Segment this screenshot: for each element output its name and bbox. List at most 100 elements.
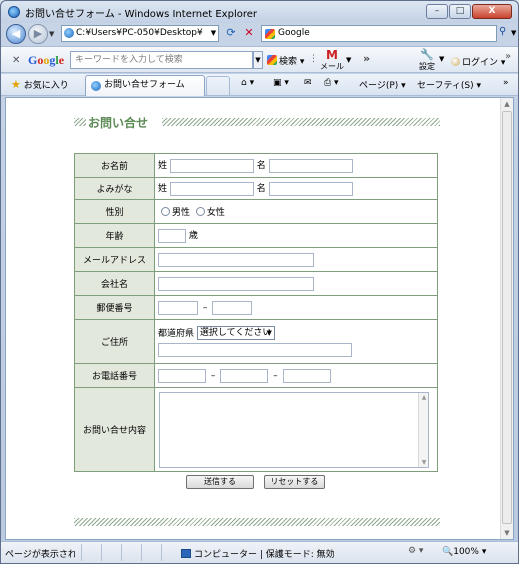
female-radio[interactable] bbox=[195, 207, 205, 216]
page-scroll-up-icon[interactable]: ▲ bbox=[501, 98, 513, 110]
ie-icon bbox=[8, 6, 20, 18]
page-scroll-down-icon[interactable]: ▼ bbox=[501, 527, 513, 539]
home-icon[interactable]: ⌂ ▾ bbox=[241, 78, 254, 88]
first-kana-input[interactable] bbox=[268, 181, 353, 196]
back-button[interactable]: ◀ bbox=[6, 24, 26, 44]
address-input[interactable]: C:¥Users¥PC-050¥Desktop¥ bbox=[61, 25, 219, 42]
reset-button[interactable]: リセットする bbox=[263, 475, 325, 489]
name-label: お名前 bbox=[74, 153, 155, 178]
refresh-icon[interactable]: ⟳ bbox=[223, 26, 239, 42]
address-field: 都道府県 選択してください ▼ bbox=[154, 319, 438, 364]
tab-inquiry-form[interactable]: お問い合せフォーム bbox=[85, 75, 205, 96]
phone-third-input[interactable] bbox=[282, 368, 331, 383]
age-unit: 歳 bbox=[188, 231, 198, 242]
status-divider bbox=[81, 544, 82, 561]
prefecture-select[interactable]: 選択してください ▼ bbox=[196, 326, 275, 341]
google-search-button[interactable]: 検索 ▾ bbox=[267, 54, 304, 67]
row-age: 年齢 歳 bbox=[74, 223, 438, 248]
row-kana: よみがな 姓 名 bbox=[74, 177, 438, 200]
favorites-button[interactable]: ★ お気に入り bbox=[11, 78, 69, 91]
company-label: 会社名 bbox=[74, 271, 155, 296]
new-tab-button[interactable] bbox=[206, 76, 230, 95]
login-icon bbox=[451, 57, 460, 66]
print-icon[interactable]: ⎙ ▾ bbox=[324, 78, 339, 88]
last-kana-label: 姓 bbox=[158, 184, 168, 195]
mail-icon[interactable]: ✉ bbox=[304, 78, 312, 88]
age-label: 年齢 bbox=[74, 223, 155, 248]
google-search-input[interactable]: キーワードを入力して検索 bbox=[70, 51, 253, 69]
last-kana-input[interactable] bbox=[169, 181, 254, 196]
inquiry-textarea[interactable]: ▲ ▼ bbox=[159, 391, 429, 468]
phone-first-input[interactable] bbox=[158, 368, 206, 383]
status-bar: ページが表示されました コンピューター | 保護モード: 無効 ⚙ ▾ 🔍100… bbox=[1, 541, 518, 563]
settings-dropdown-icon[interactable]: ▼ bbox=[439, 55, 444, 63]
gmail-dropdown-icon[interactable]: ▼ bbox=[346, 56, 351, 64]
age-field: 歳 bbox=[154, 223, 438, 248]
history-dropdown-icon[interactable]: ▼ bbox=[49, 30, 54, 38]
status-divider bbox=[101, 544, 102, 561]
security-zone[interactable]: コンピューター | 保護モード: 無効 bbox=[181, 547, 335, 560]
row-gender: 性別 男性 女性 bbox=[74, 199, 438, 224]
google-g-icon bbox=[267, 55, 277, 65]
textarea-scrollbar[interactable]: ▲ ▼ bbox=[418, 392, 429, 467]
search-icon[interactable]: ⚲ bbox=[499, 26, 506, 37]
heading-hatch-left bbox=[74, 118, 86, 126]
address-line bbox=[158, 343, 437, 358]
address-dropdown-icon[interactable]: ▼ bbox=[208, 26, 219, 41]
browser-window: お問い合せフォーム - Windows Internet Explorer – … bbox=[0, 0, 519, 564]
scroll-up-icon[interactable]: ▲ bbox=[419, 394, 429, 401]
maximize-button[interactable]: □ bbox=[449, 4, 471, 19]
zoom-level: 100% bbox=[453, 547, 479, 557]
search-box[interactable]: Google bbox=[261, 25, 497, 42]
login-label: ログイン bbox=[462, 58, 499, 68]
company-input[interactable] bbox=[158, 276, 314, 291]
close-button[interactable]: X bbox=[472, 4, 512, 19]
search-dropdown-icon[interactable]: ▼ bbox=[511, 29, 516, 37]
status-divider bbox=[121, 544, 122, 561]
row-inquiry: お問い合せ内容 ▲ ▼ bbox=[74, 387, 438, 472]
command-bar-chevron-icon[interactable]: » bbox=[503, 78, 509, 88]
kana-label: よみがな bbox=[74, 177, 155, 200]
postal-first-input[interactable] bbox=[158, 300, 198, 315]
last-name-label: 姓 bbox=[158, 161, 168, 172]
page-icon bbox=[64, 28, 74, 38]
toolbar-options-chevron-icon[interactable]: » bbox=[505, 51, 511, 62]
first-name-label: 名 bbox=[256, 161, 266, 172]
minimize-button[interactable]: – bbox=[426, 4, 448, 19]
scroll-down-icon[interactable]: ▼ bbox=[419, 459, 429, 466]
gmail-button[interactable]: M メール bbox=[319, 49, 345, 72]
zoom-control[interactable]: 🔍100% ▾ bbox=[442, 547, 486, 557]
inquiry-form-table: お名前 姓 名 よみがな 姓 名 性別 男性 女性 年齢 歳 メールアドレス 会… bbox=[74, 153, 438, 472]
forward-button[interactable]: ▶ bbox=[28, 24, 48, 44]
submit-button[interactable]: 送信する bbox=[186, 475, 254, 489]
form-buttons: 送信する リセットする bbox=[186, 475, 332, 489]
stop-icon[interactable]: ✕ bbox=[241, 26, 257, 42]
male-radio[interactable] bbox=[161, 207, 170, 216]
inquiry-label: お問い合せ内容 bbox=[74, 387, 155, 472]
page-scroll-track[interactable] bbox=[502, 111, 512, 524]
google-logo: Google bbox=[28, 53, 65, 67]
kana-field: 姓 名 bbox=[154, 177, 438, 200]
close-toolbar-icon[interactable]: ✕ bbox=[12, 55, 20, 66]
page-menu[interactable]: ページ(P) ▾ bbox=[359, 78, 406, 91]
address-input[interactable] bbox=[158, 343, 352, 358]
last-name-input[interactable] bbox=[169, 158, 254, 173]
age-input[interactable] bbox=[158, 228, 186, 243]
google-search-dropdown-icon[interactable]: ▼ bbox=[253, 51, 263, 69]
protected-mode-icon[interactable]: ⚙ ▾ bbox=[408, 546, 423, 556]
login-button[interactable]: ログイン ▾ bbox=[451, 55, 505, 68]
first-name-input[interactable] bbox=[268, 158, 353, 173]
more-chevron-icon[interactable]: » bbox=[363, 52, 370, 65]
tab-page-icon bbox=[91, 81, 101, 91]
email-input[interactable] bbox=[158, 252, 314, 267]
settings-button[interactable]: 🔧 設定 bbox=[416, 49, 438, 72]
safety-menu[interactable]: セーフティ(S) ▾ bbox=[417, 78, 481, 91]
page-scrollbar[interactable]: ▲ ▼ bbox=[500, 98, 513, 539]
inquiry-field: ▲ ▼ bbox=[154, 387, 438, 472]
feeds-icon[interactable]: ▣ ▾ bbox=[273, 78, 289, 88]
company-field bbox=[154, 271, 438, 296]
gmail-label: メール bbox=[320, 62, 344, 71]
phone-second-input[interactable] bbox=[220, 368, 269, 383]
name-field: 姓 名 bbox=[154, 153, 438, 178]
postal-second-input[interactable] bbox=[212, 300, 253, 315]
